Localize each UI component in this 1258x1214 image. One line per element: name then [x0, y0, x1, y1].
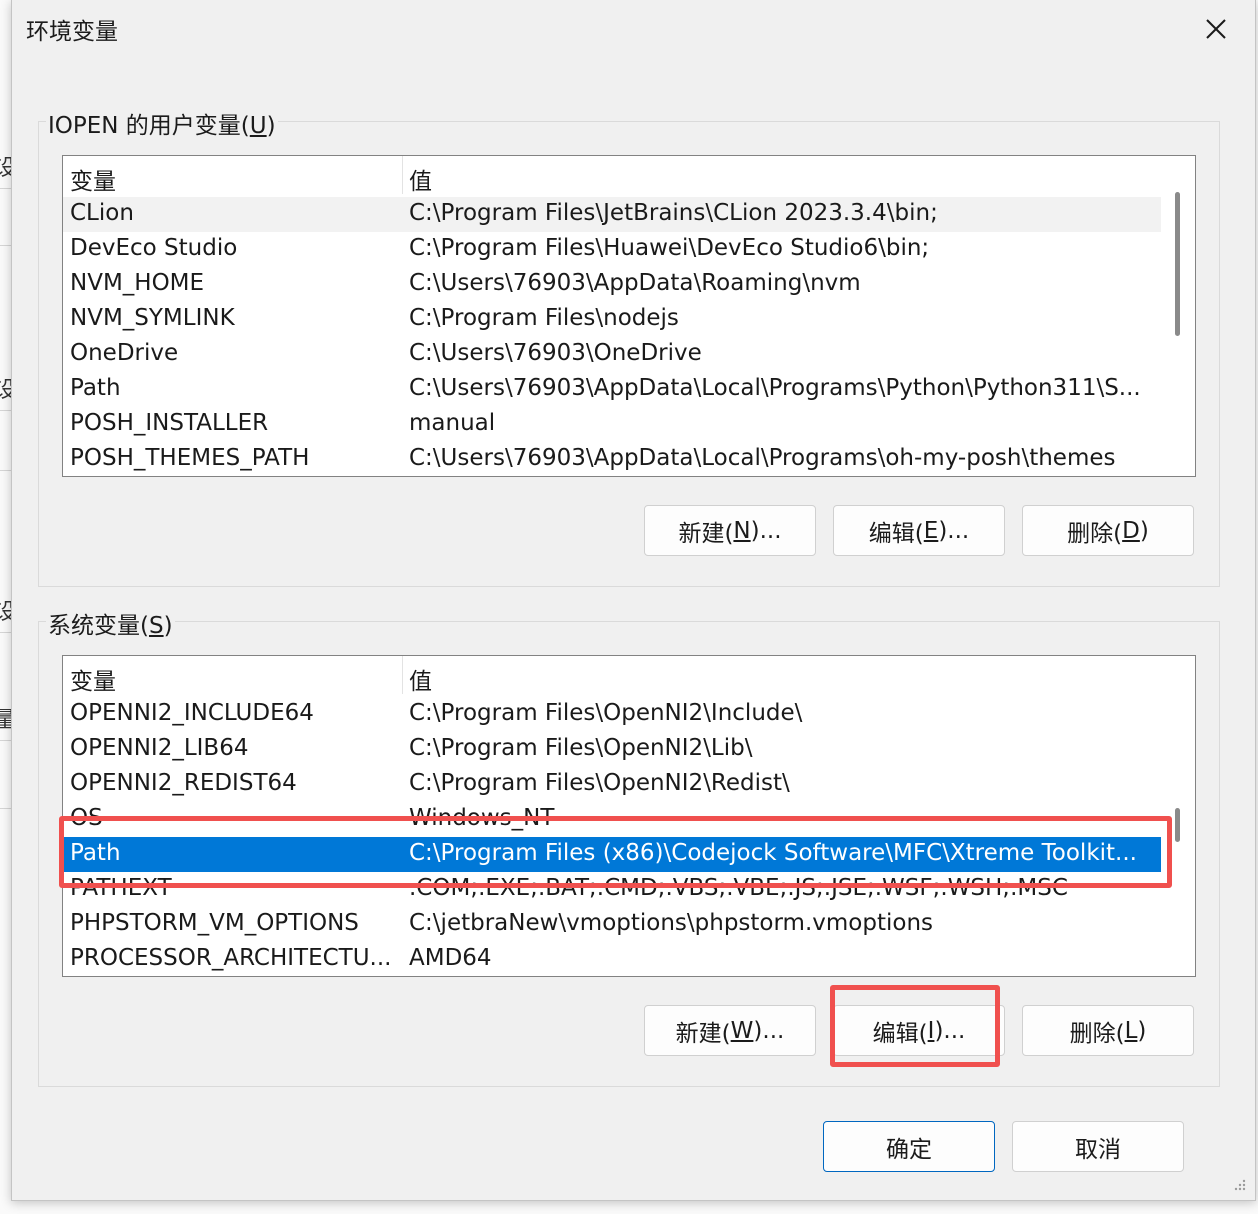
table-row[interactable]: Path C:\Users\76903\AppData\Local\Program…	[63, 372, 1161, 407]
resize-grip-icon[interactable]	[1231, 1178, 1247, 1194]
table-row[interactable]: OPENNI2_INCLUDE64 C:\Program Files\OpenNI…	[63, 697, 1161, 732]
variable-value: C:\Program Files\OpenNI2\Lib\	[409, 735, 753, 761]
variable-value: C:\Program Files\Huawei\DevEco Studio6\b…	[409, 235, 930, 261]
variable-name: OS	[70, 805, 103, 831]
table-row[interactable]: NVM_SYMLINK C:\Program Files\nodejs	[63, 302, 1161, 337]
variable-value: C:\Program Files (x86)\Codejock Software…	[409, 840, 1137, 866]
table-row[interactable]: Path C:\Program Files (x86)\Codejock Soft…	[63, 837, 1161, 872]
variable-name: PROCESSOR_ARCHITECTU...	[70, 945, 392, 971]
variable-name: Path	[70, 840, 121, 866]
variable-value: C:\Users\76903\OneDrive	[409, 340, 702, 366]
system-variables-label: 系统变量(S)	[46, 606, 175, 640]
table-row[interactable]: POSH_INSTALLER manual	[63, 407, 1161, 442]
column-header-variable[interactable]: 变量	[70, 162, 116, 196]
variable-value: manual	[409, 410, 496, 436]
variable-value: .COM;.EXE;.BAT;.CMD;.VBS;.VBE;.JS;.JSE;.…	[409, 875, 1068, 901]
close-icon	[1206, 19, 1226, 39]
variable-value: C:\Users\76903\AppData\Local\Programs\oh…	[409, 445, 1116, 471]
variable-name: CLion	[70, 200, 134, 226]
vertical-scrollbar[interactable]	[1161, 656, 1195, 976]
column-separator[interactable]	[402, 656, 403, 694]
variable-value: C:\Program Files\OpenNI2\Redist\	[409, 770, 790, 796]
variable-value: C:\Users\76903\AppData\Local\Programs\Py…	[409, 375, 1141, 401]
column-header-variable[interactable]: 变量	[70, 662, 116, 696]
variable-value: Windows_NT	[409, 805, 555, 831]
system-new-button[interactable]: 新建(W)...	[644, 1005, 816, 1056]
column-separator[interactable]	[402, 156, 403, 194]
window-title: 环境变量	[26, 19, 118, 45]
table-row[interactable]: OS Windows_NT	[63, 802, 1161, 837]
table-row[interactable]: PHPSTORM_VM_OPTIONS C:\jetbraNew\vmoption…	[63, 907, 1161, 942]
user-variables-label: IOPEN 的用户变量(U)	[46, 106, 278, 140]
variable-name: OPENNI2_REDIST64	[70, 770, 297, 796]
table-row[interactable]: POSH_THEMES_PATH C:\Users\76903\AppData\L…	[63, 442, 1161, 476]
user-delete-button[interactable]: 删除(D)	[1022, 505, 1194, 556]
variable-value: C:\Program Files\OpenNI2\Include\	[409, 700, 803, 726]
variable-name: DevEco Studio	[70, 235, 238, 261]
scrollbar-thumb[interactable]	[1175, 192, 1180, 336]
variable-name: PATHEXT	[70, 875, 172, 901]
variable-name: Path	[70, 375, 121, 401]
system-delete-button[interactable]: 删除(L)	[1022, 1005, 1194, 1056]
title-bar[interactable]: 环境变量	[12, 0, 1255, 58]
variable-name: NVM_SYMLINK	[70, 305, 235, 331]
table-row[interactable]: OPENNI2_REDIST64 C:\Program Files\OpenNI2…	[63, 767, 1161, 802]
variable-name: PHPSTORM_VM_OPTIONS	[70, 910, 359, 936]
vertical-scrollbar[interactable]	[1161, 156, 1195, 476]
environment-variables-dialog: 环境变量 IOPEN 的用户变量(U) 变量 值 CLion C:\Program…	[11, 0, 1256, 1201]
variable-name: NVM_HOME	[70, 270, 205, 296]
table-row[interactable]: NVM_HOME C:\Users\76903\AppData\Roaming\n…	[63, 267, 1161, 302]
column-header-value[interactable]: 值	[409, 662, 432, 696]
user-variables-list[interactable]: 变量 值 CLion C:\Program Files\JetBrains\CLi…	[62, 155, 1196, 477]
table-row[interactable]: OPENNI2_LIB64 C:\Program Files\OpenNI2\Li…	[63, 732, 1161, 767]
column-header-value[interactable]: 值	[409, 162, 432, 196]
system-edit-button[interactable]: 编辑(I)...	[833, 1005, 1005, 1056]
variable-name: OPENNI2_INCLUDE64	[70, 700, 314, 726]
system-variables-list[interactable]: 变量 值 OPENNI2_INCLUDE64 C:\Program Files\O…	[62, 655, 1196, 977]
variable-value: AMD64	[409, 945, 492, 971]
variable-value: C:\Program Files\nodejs	[409, 305, 679, 331]
user-edit-button[interactable]: 编辑(E)...	[833, 505, 1005, 556]
variable-value: C:\Users\76903\AppData\Roaming\nvm	[409, 270, 861, 296]
scrollbar-thumb[interactable]	[1175, 808, 1180, 842]
list-header: 变量 值	[63, 656, 1161, 696]
table-row[interactable]: PATHEXT .COM;.EXE;.BAT;.CMD;.VBS;.VBE;.JS…	[63, 872, 1161, 907]
variable-value: C:\jetbraNew\vmoptions\phpstorm.vmoption…	[409, 910, 934, 936]
table-row[interactable]: PROCESSOR_ARCHITECTU... AMD64	[63, 942, 1161, 976]
table-row[interactable]: DevEco Studio C:\Program Files\Huawei\Dev…	[63, 232, 1161, 267]
list-header: 变量 值	[63, 156, 1161, 196]
cancel-button[interactable]: 取消	[1012, 1121, 1184, 1172]
variable-name: POSH_INSTALLER	[70, 410, 269, 436]
ok-button[interactable]: 确定	[823, 1121, 995, 1172]
variable-name: POSH_THEMES_PATH	[70, 445, 310, 471]
user-new-button[interactable]: 新建(N)...	[644, 505, 816, 556]
variable-value: C:\Program Files\JetBrains\CLion 2023.3.…	[409, 200, 938, 226]
variable-name: OPENNI2_LIB64	[70, 735, 249, 761]
variable-name: OneDrive	[70, 340, 179, 366]
table-row[interactable]: CLion C:\Program Files\JetBrains\CLion 20…	[63, 197, 1161, 232]
table-row[interactable]: OneDrive C:\Users\76903\OneDrive	[63, 337, 1161, 372]
close-button[interactable]	[1177, 0, 1255, 58]
